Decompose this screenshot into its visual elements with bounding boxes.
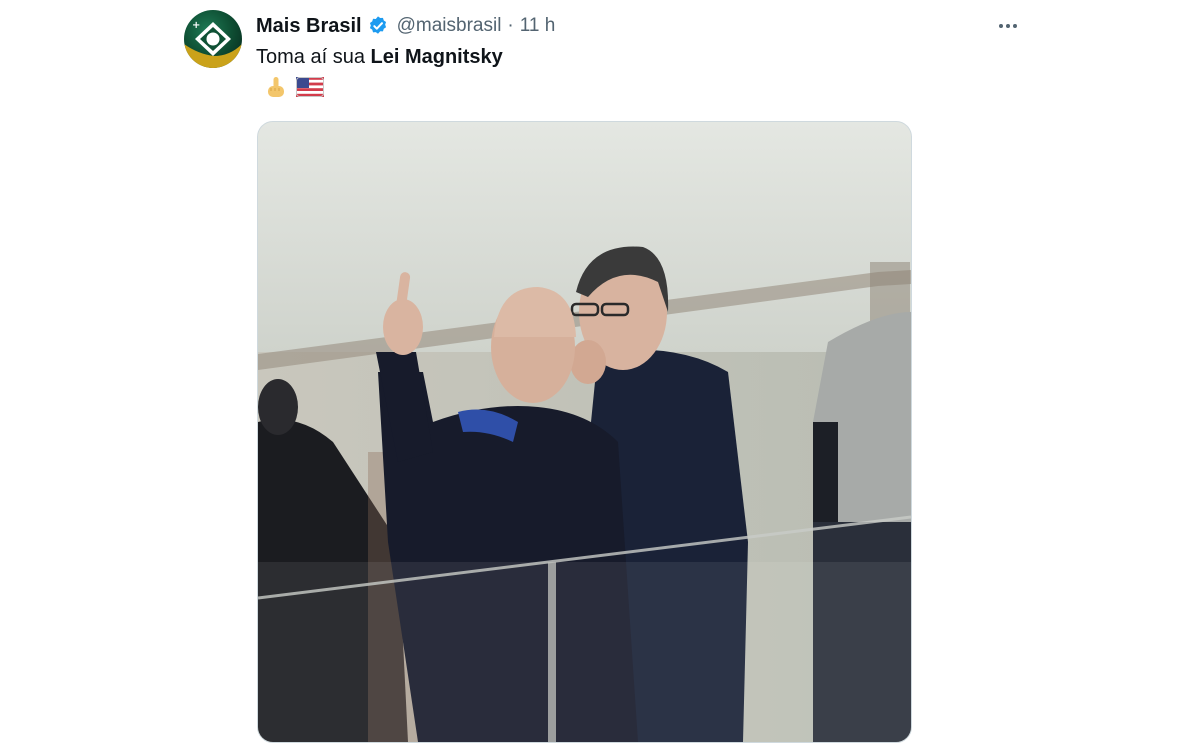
svg-text:+: + [192,20,200,31]
tweet-text-plain: Toma aí sua [256,46,371,68]
handle[interactable]: @maisbrasil [397,15,502,37]
verified-badge-icon [369,16,386,34]
tweet-media-photo[interactable] [257,121,912,743]
tweet-header: Mais Brasil @maisbrasil · 11 h [256,13,555,39]
timestamp[interactable]: 11 h [520,15,556,37]
tweet-text-bold: Lei Magnitsky [370,46,503,68]
mais-brasil-logo-icon: + [184,20,242,68]
separator-dot: · [507,15,514,36]
middle-finger-emoji-icon [268,77,284,97]
photo-scene [258,122,911,742]
display-name[interactable]: Mais Brasil [256,15,362,38]
us-flag-emoji-icon [296,77,324,97]
emoji-row [266,76,324,98]
tweet-text: Toma aí sua Lei Magnitsky [256,46,503,69]
avatar[interactable]: + [184,10,242,68]
more-options-icon[interactable] [994,14,1022,38]
tweet[interactable]: + Mais Brasil @maisbrasil · 11 h Toma aí… [0,0,1200,743]
